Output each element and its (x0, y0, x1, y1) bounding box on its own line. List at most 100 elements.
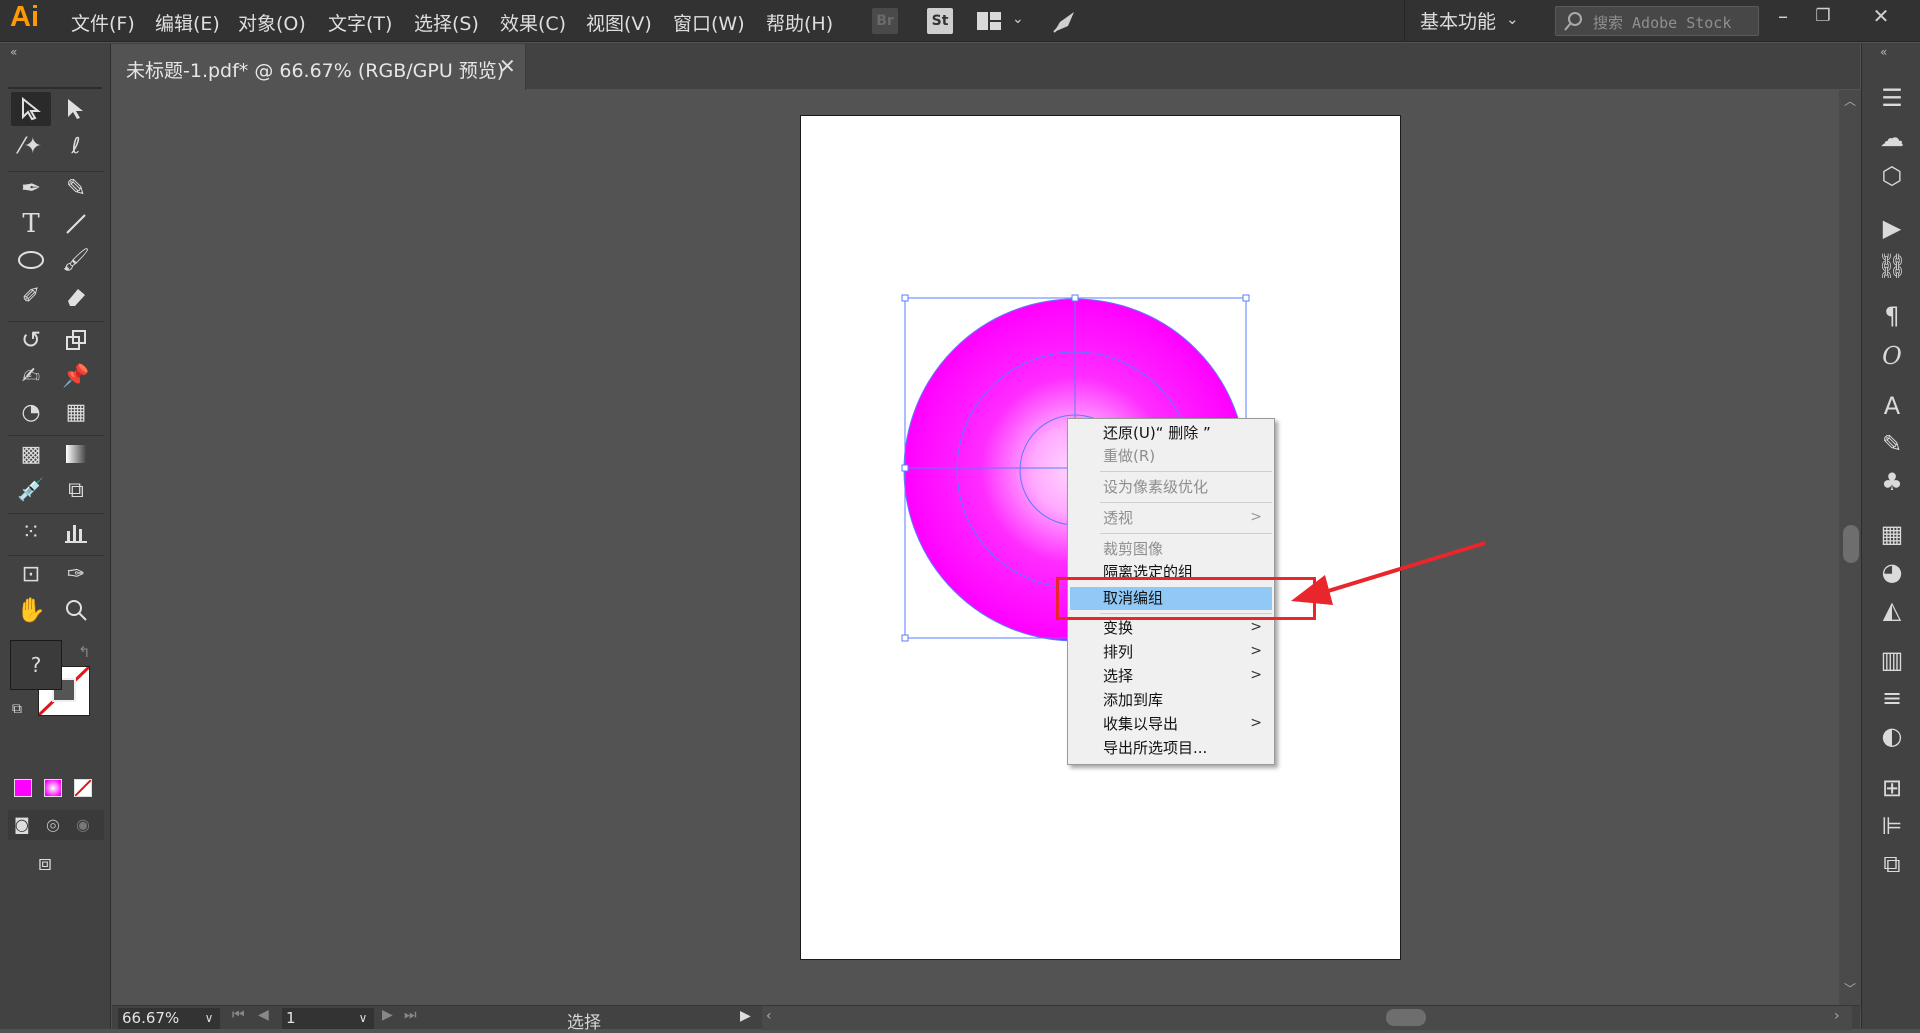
scroll-thumb[interactable] (1843, 525, 1859, 563)
menu-window[interactable]: 窗口(W) (673, 9, 745, 36)
curvature-tool-icon[interactable]: ✎ (56, 171, 96, 205)
direct-selection-tool-icon[interactable] (56, 92, 96, 126)
actions-play-icon[interactable]: ▶ (1877, 213, 1907, 243)
menu-item-perspective[interactable]: 透视 (1103, 508, 1133, 529)
draw-behind-icon[interactable]: ◎ (46, 815, 60, 834)
paragraph-icon[interactable]: ¶ (1877, 301, 1907, 331)
stock-search-input[interactable]: 搜索 Adobe Stock (1555, 6, 1759, 36)
next-artboard-icon[interactable]: ▶ (382, 1007, 393, 1023)
color-mode-icon[interactable] (14, 779, 32, 797)
scroll-down-icon[interactable]: ﹀ (1844, 980, 1856, 997)
menu-item-collect-for-export[interactable]: 收集以导出 (1103, 714, 1178, 735)
menu-item-undo[interactable]: 还原(U)“ 删除 ” (1103, 423, 1211, 444)
align-icon[interactable]: ⊫ (1877, 811, 1907, 841)
type-tool-icon[interactable]: T (11, 207, 51, 241)
menu-file[interactable]: 文件(F) (71, 9, 135, 36)
menu-item-export-selection[interactable]: 导出所选项目... (1103, 738, 1207, 759)
lasso-tool-icon[interactable]: ℓ (56, 129, 96, 163)
creative-cloud-icon[interactable]: ☁ (1877, 123, 1907, 153)
menu-item-pixel-optimize[interactable]: 设为像素级优化 (1103, 477, 1208, 498)
eraser-tool-icon[interactable] (56, 279, 96, 313)
horizontal-scrollbar[interactable]: ‹ › (762, 1006, 1852, 1030)
first-artboard-icon[interactable]: ⏮ (232, 1007, 245, 1023)
previous-artboard-icon[interactable]: ◀ (258, 1007, 269, 1023)
restore-icon[interactable]: ❐ (1808, 6, 1838, 26)
menu-item-redo[interactable]: 重做(R) (1103, 446, 1155, 467)
artboard-tool-icon[interactable]: ⊡ (11, 557, 51, 591)
menu-help[interactable]: 帮助(H) (766, 9, 833, 36)
collapse-panel-icon[interactable]: « (10, 45, 17, 59)
menu-select[interactable]: 选择(S) (414, 9, 479, 36)
ellipse-tool-icon[interactable] (11, 243, 51, 277)
color-guide-icon[interactable]: ◕ (1877, 557, 1907, 587)
arrange-documents-icon[interactable] (976, 11, 1002, 31)
scroll-right-icon[interactable]: › (1834, 1008, 1840, 1024)
default-colors-icon[interactable]: ⧉ (12, 701, 22, 717)
shape-builder-tool-icon[interactable]: ◔ (11, 395, 51, 429)
paintbrush-tool-icon[interactable]: 🖌 (56, 243, 96, 277)
chevron-down-icon[interactable]: ∨ (352, 1008, 374, 1029)
swap-fill-stroke-icon[interactable]: ↰ (78, 643, 91, 661)
none-mode-icon[interactable] (74, 779, 92, 797)
workspace-switcher[interactable]: 基本功能 (1420, 7, 1496, 34)
perspective-grid-tool-icon[interactable]: ▦ (56, 395, 96, 429)
scale-tool-icon[interactable] (56, 323, 96, 357)
chevron-down-icon[interactable]: ∨ (198, 1008, 220, 1029)
fill-swatch[interactable]: ? (10, 640, 62, 690)
chevron-down-icon[interactable]: ⌄ (1012, 11, 1024, 27)
bridge-icon[interactable]: Br (872, 8, 898, 34)
zoom-level-field[interactable]: 66.67% (118, 1008, 198, 1029)
menu-object[interactable]: 对象(O) (238, 9, 306, 36)
rotate-tool-icon[interactable]: ↺ (11, 323, 51, 357)
color-icon[interactable]: ◭ (1877, 595, 1907, 625)
close-icon[interactable]: ✕ (1866, 4, 1896, 28)
libraries-icon[interactable]: ⬡ (1877, 161, 1907, 191)
selection-tool-icon[interactable] (11, 92, 51, 126)
puppet-warp-tool-icon[interactable]: 📌 (56, 359, 96, 393)
brushes-icon[interactable]: ✎ (1877, 429, 1907, 459)
menu-item-select[interactable]: 选择 (1103, 666, 1133, 687)
menu-type[interactable]: 文字(T) (328, 9, 392, 36)
menu-item-arrange[interactable]: 排列 (1103, 642, 1133, 663)
rocket-icon[interactable] (1050, 8, 1078, 36)
screen-mode-icon[interactable]: ⧈ (38, 851, 52, 876)
vertical-scrollbar[interactable]: ︿ ﹀ (1839, 90, 1861, 1010)
transform-icon[interactable]: ⊞ (1877, 773, 1907, 803)
menu-item-crop-image[interactable]: 裁剪图像 (1103, 539, 1163, 560)
draw-inside-icon[interactable]: ◉ (76, 815, 90, 834)
transparency-icon[interactable]: ◐ (1877, 721, 1907, 751)
scroll-thumb[interactable] (1386, 1009, 1426, 1026)
scroll-left-icon[interactable]: ‹ (766, 1008, 772, 1024)
eyedropper-tool-icon[interactable]: 💉 (11, 473, 51, 507)
artboard-number-field[interactable]: 1 (282, 1008, 352, 1029)
gradient-tool-icon[interactable] (56, 437, 96, 471)
opentype-icon[interactable]: O (1877, 341, 1907, 371)
draw-normal-icon[interactable]: ◙ (14, 815, 30, 834)
hand-tool-icon[interactable]: ✋ (11, 593, 51, 627)
column-graph-tool-icon[interactable] (56, 515, 96, 549)
status-menu-icon[interactable]: ▶ (740, 1008, 751, 1024)
menu-effect[interactable]: 效果(C) (500, 9, 566, 36)
menu-edit[interactable]: 编辑(E) (155, 9, 220, 36)
slice-tool-icon[interactable]: ✑ (56, 557, 96, 591)
stock-icon[interactable]: St (927, 8, 953, 34)
menu-item-transform[interactable]: 变换 (1103, 618, 1133, 639)
blend-tool-icon[interactable]: ⧉ (56, 473, 96, 507)
pathfinder-icon[interactable]: ⧉ (1877, 849, 1907, 879)
last-artboard-icon[interactable]: ⏭ (404, 1007, 417, 1023)
tab-close-icon[interactable]: ✕ (499, 54, 516, 78)
mesh-tool-icon[interactable]: ▩ (11, 437, 51, 471)
gradient-panel-icon[interactable]: ▥ (1877, 645, 1907, 675)
collapse-dock-icon[interactable]: « (1880, 45, 1887, 59)
stroke-panel-icon[interactable]: ≡ (1877, 683, 1907, 713)
symbol-sprayer-tool-icon[interactable]: ⁙ (11, 515, 51, 549)
pen-tool-icon[interactable]: ✒ (11, 171, 51, 205)
character-icon[interactable]: A (1877, 391, 1907, 421)
layers-icon[interactable]: ☰ (1877, 83, 1907, 113)
zoom-tool-icon[interactable] (56, 593, 96, 627)
minimize-icon[interactable]: – (1768, 4, 1798, 28)
menu-item-add-to-library[interactable]: 添加到库 (1103, 690, 1163, 711)
warp-tool-icon[interactable]: ✍ (11, 359, 51, 393)
menu-view[interactable]: 视图(V) (586, 9, 652, 36)
document-tab[interactable]: 未标题-1.pdf* @ 66.67% (RGB/GPU 预览) ✕ (112, 44, 526, 90)
